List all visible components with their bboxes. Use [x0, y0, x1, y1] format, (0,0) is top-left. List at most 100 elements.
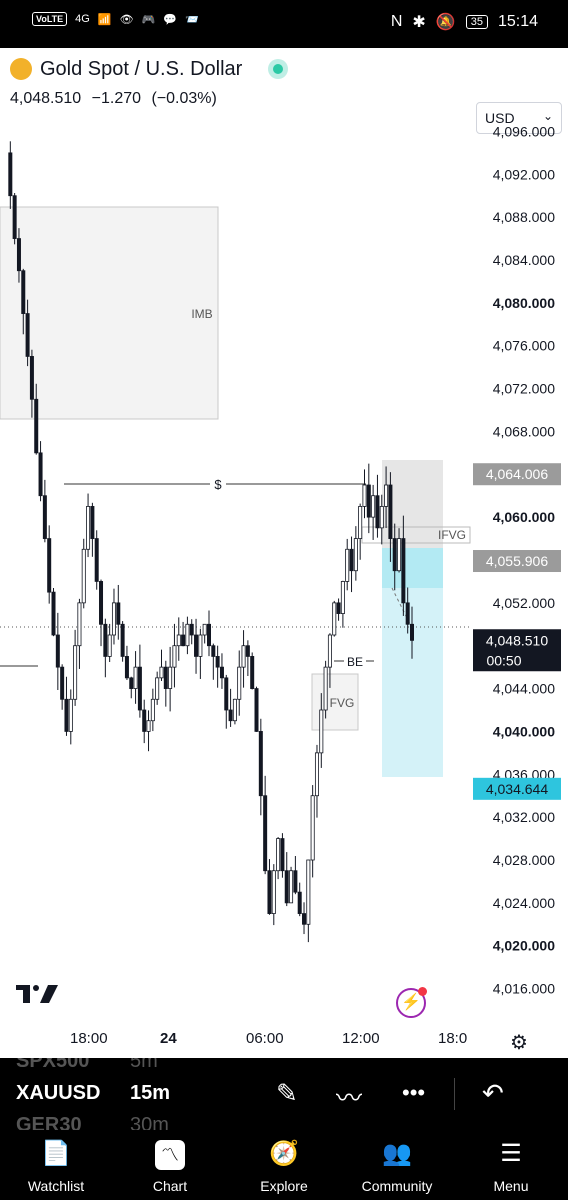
price-tick: 4,044.000 — [493, 681, 555, 697]
nav-label: Community — [361, 1178, 433, 1194]
candle-body — [371, 495, 376, 518]
nav-label: Menu — [493, 1178, 529, 1194]
interval-ghost-below: 30m — [130, 1114, 169, 1130]
price-label[interactable]: 4,048.510 — [486, 632, 548, 648]
candle-body — [319, 709, 324, 754]
candle-body — [111, 602, 116, 636]
candle-body — [172, 645, 177, 668]
market-open-icon — [268, 59, 288, 79]
nav-explore[interactable]: 🧭 Explore — [234, 1138, 334, 1194]
candle-body — [94, 538, 99, 582]
price-label[interactable]: 4,064.006 — [486, 466, 548, 482]
price-tick: 4,016.000 — [493, 981, 555, 997]
nav-community[interactable]: 👥 Community — [347, 1138, 447, 1194]
candle-body — [90, 506, 95, 539]
candle-body — [77, 602, 82, 647]
status-right: N ✱ 🔕 35 15:14 — [391, 12, 538, 32]
price-tick: 4,072.000 — [493, 381, 555, 397]
candle-body — [21, 270, 26, 314]
nav-label: Explore — [260, 1178, 308, 1194]
time-tick: 06:00 — [246, 1030, 284, 1047]
candle-body — [375, 495, 380, 529]
candle-body — [384, 484, 389, 507]
battery-icon: 35 — [465, 15, 488, 29]
candle-body — [345, 548, 350, 582]
candle-body — [129, 677, 134, 689]
drawing-tools-icon[interactable]: 〰 — [336, 1078, 362, 1115]
candle-body — [189, 623, 194, 636]
candle-body — [250, 656, 255, 689]
mail-icon: 📨 — [184, 13, 199, 26]
candle-body — [349, 548, 354, 572]
candle-body — [159, 666, 164, 679]
time-tick-date: 24 — [160, 1030, 177, 1047]
time-axis[interactable]: 18:00 24 06:00 12:00 18:0 — [0, 1022, 568, 1058]
candle-body — [258, 731, 263, 797]
interval-picker[interactable]: 15m — [130, 1082, 170, 1105]
pencil-icon[interactable]: ✎ — [276, 1078, 298, 1109]
candle-body — [198, 634, 203, 657]
candle-body — [142, 709, 147, 732]
candle-body — [42, 495, 47, 539]
candle-body — [323, 666, 328, 711]
candle-body — [12, 195, 17, 239]
menu-icon: ☰ — [500, 1140, 522, 1167]
candle-body — [276, 838, 281, 872]
undo-icon[interactable]: ↶ — [482, 1078, 504, 1109]
chart-toolbar: SPX500 5m XAUUSD 15m GER30 30m ✎ 〰 ••• ↶ — [0, 1058, 568, 1130]
ifvg-label: IFVG — [438, 528, 466, 542]
price-tick: 4,060.000 — [493, 509, 555, 525]
candle-body — [306, 859, 311, 925]
candle-body — [107, 634, 112, 657]
symbol-title[interactable]: Gold Spot / U.S. Dollar — [40, 58, 242, 81]
candle-body — [25, 313, 30, 357]
candle-body — [284, 870, 289, 904]
toolbar-divider — [454, 1078, 455, 1110]
candle-body — [392, 538, 397, 572]
candle-body — [237, 666, 242, 700]
nav-chart[interactable]: 〽 Chart — [120, 1138, 220, 1194]
chart-icon: 〽 — [120, 1138, 220, 1170]
gold-logo-icon — [10, 58, 32, 80]
symbol-picker[interactable]: XAUUSD — [16, 1082, 100, 1105]
candle-body — [206, 623, 211, 647]
status-bar: VoLTE 4G 📶 👁 🎮 💬 📨 N ✱ 🔕 35 15:14 — [0, 0, 568, 48]
price-tick: 4,092.000 — [493, 166, 555, 182]
price-label[interactable]: 4,055.906 — [486, 553, 548, 569]
candle-body — [302, 913, 307, 925]
nav-menu[interactable]: ☰ Menu — [461, 1138, 561, 1194]
candle-body — [280, 838, 285, 872]
price-tick: 4,028.000 — [493, 852, 555, 868]
price-tick: 4,096.000 — [493, 123, 555, 139]
price-tick: 4,032.000 — [493, 809, 555, 825]
nfc-icon: N — [390, 13, 403, 30]
candle-body — [271, 870, 276, 914]
candle-body — [99, 581, 104, 625]
chart-settings-icon[interactable]: ⚙ — [510, 1030, 528, 1055]
price-label[interactable]: 4,034.644 — [486, 781, 548, 797]
candle-body — [388, 484, 393, 539]
time-tick: 18:00 — [70, 1030, 108, 1047]
candle-body — [228, 709, 233, 722]
price-change-pct: (−0.03%) — [151, 90, 217, 107]
people-icon: 👥 — [382, 1140, 412, 1167]
target-zone-upper — [382, 548, 443, 588]
nav-label: Chart — [152, 1178, 188, 1194]
candle-body — [116, 602, 121, 625]
flash-alert-icon[interactable]: ⚡ — [396, 987, 427, 1018]
price-tick: 4,052.000 — [493, 595, 555, 611]
nav-watchlist[interactable]: 📄 Watchlist — [6, 1138, 106, 1194]
candle-body — [64, 698, 69, 732]
candle-body — [55, 634, 60, 668]
candle-body — [289, 870, 294, 904]
watchlist-icon: 📄 — [41, 1140, 71, 1167]
network-icon: 4G — [75, 13, 90, 25]
price-tick: 4,080.000 — [493, 295, 555, 311]
candle-body — [133, 666, 138, 689]
candle-body — [155, 677, 160, 700]
more-icon[interactable]: ••• — [402, 1080, 425, 1106]
price-chart[interactable]: IMB FVG IFVG $ BE 4,096.000 4,092.000 4,08… — [0, 110, 568, 1010]
liquidity-label: $ — [214, 477, 222, 492]
tradingview-logo — [16, 982, 58, 1009]
candle-body — [168, 666, 173, 689]
